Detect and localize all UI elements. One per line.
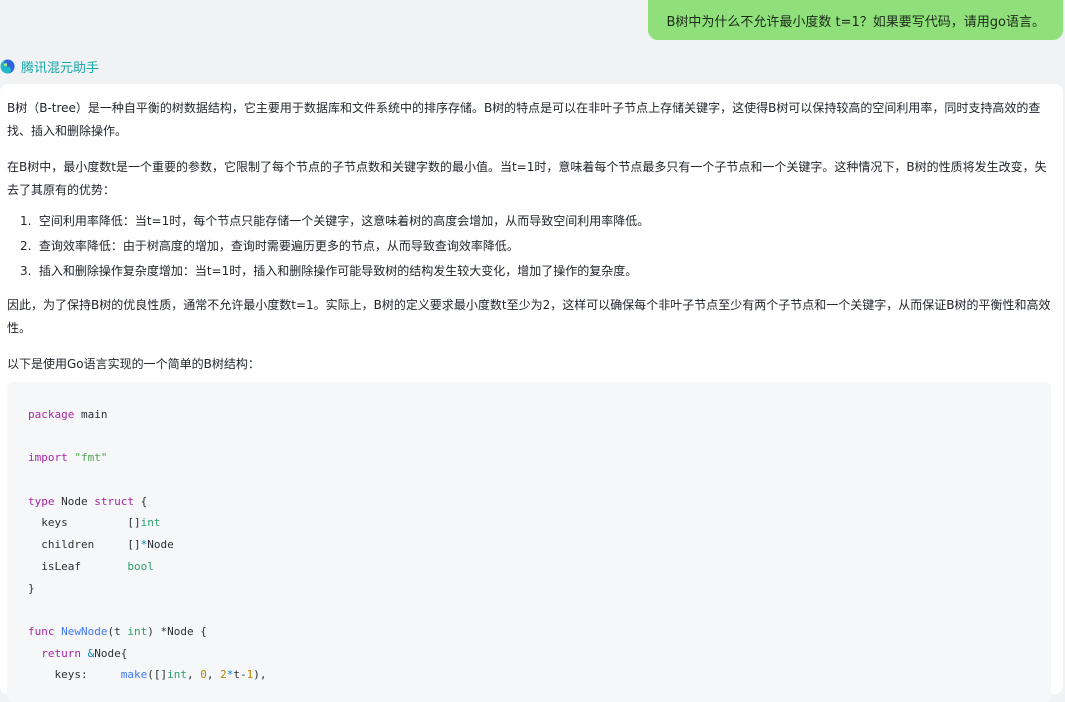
code-line: keys: make([]int, 0, 2*t-1),	[28, 668, 267, 682]
list-item: 2. 查询效率降低：由于树高度的增加，查询时需要遍历更多的节点，从而导致查询效率…	[20, 239, 519, 253]
answer-paragraph-1: B树（B-tree）是一种自平衡的树数据结构，它主要用于数据库和文件系统中的排序…	[7, 101, 1041, 138]
hunyuan-logo-icon	[0, 58, 15, 74]
code-line: package main	[28, 408, 108, 421]
answer-paragraph-3: 因此，为了保持B树的优良性质，通常不允许最小度数t=1。实际上，B树的定义要求最…	[7, 298, 1051, 335]
code-line: func NewNode(t int) *Node {	[28, 624, 207, 638]
answer-paragraph-2: 在B树中，最小度数t是一个重要的参数，它限制了每个节点的子节点数和关键字数的最小…	[7, 160, 1047, 197]
answer-paragraph-4: 以下是使用Go语言实现的一个简单的B树结构：	[7, 357, 260, 371]
code-line: }	[28, 581, 35, 595]
code-line: keys []int	[28, 516, 161, 530]
assistant-header: 腾讯混元助手	[0, 55, 99, 77]
code-line: isLeaf bool	[28, 559, 154, 573]
assistant-name: 腾讯混元助手	[21, 60, 100, 76]
code-line: import "fmt"	[28, 451, 108, 465]
user-message-text: B树中为什么不允许最小度数 t=1？如果要写代码，请用go语言。	[666, 14, 1045, 30]
code-block[interactable]: package main import "fmt" type Node struct…	[7, 382, 1051, 702]
code-content: package main import "fmt" type Node struct…	[28, 404, 266, 686]
code-line: children []*Node	[28, 538, 174, 552]
code-line: return &Node{	[28, 646, 128, 660]
answer-numbered-list: 1. 空间利用率降低：当t=1时，每个节点只能存储一个关键字，这意味着树的高度会…	[20, 209, 649, 284]
list-item: 3. 插入和删除操作复杂度增加：当t=1时，插入和删除操作可能导致树的结构发生较…	[20, 264, 638, 278]
list-item: 1. 空间利用率降低：当t=1时，每个节点只能存储一个关键字，这意味着树的高度会…	[20, 214, 650, 228]
user-message-bubble: B树中为什么不允许最小度数 t=1？如果要写代码，请用go语言。	[648, 0, 1063, 40]
code-line: type Node struct {	[28, 494, 148, 508]
